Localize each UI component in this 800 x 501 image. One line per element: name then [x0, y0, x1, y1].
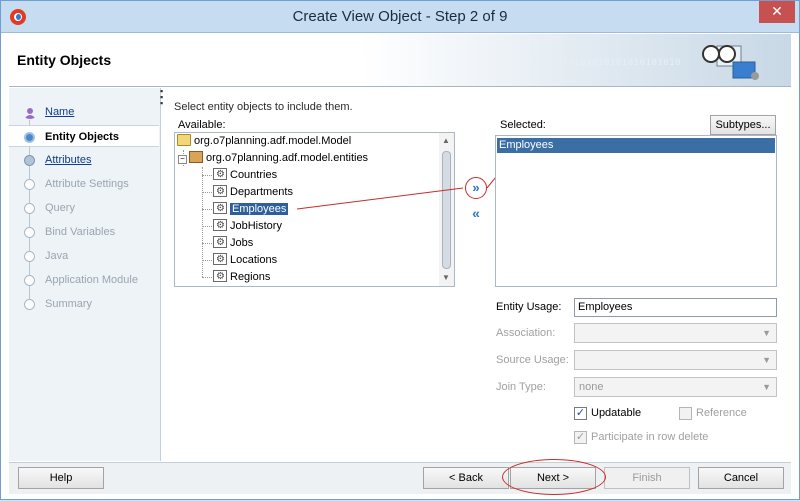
title-bar[interactable]: Create View Object - Step 2 of 9 ✕ [1, 1, 799, 33]
available-tree[interactable]: org.o7planning.adf.model.Model − org.o7pl… [174, 132, 455, 287]
entity-usage-label: Entity Usage: [496, 301, 562, 313]
entity-object-icon [213, 166, 227, 183]
collapse-toggle-icon[interactable]: − [178, 155, 187, 164]
chevron-down-icon: ▼ [762, 355, 771, 365]
create-view-object-dialog: Create View Object - Step 2 of 9 ✕ Entit… [0, 0, 800, 500]
folder-icon [177, 134, 191, 146]
nav-step-label: Entity Objects [45, 131, 119, 143]
entity-object-icon [213, 217, 227, 234]
tree-vertical-scrollbar[interactable]: ▲ ▼ [439, 133, 454, 286]
nav-step-java: Java [9, 245, 159, 267]
selected-list[interactable]: Employees [495, 135, 777, 287]
current-step-icon [24, 132, 35, 143]
step-dot-icon [24, 155, 35, 166]
join-type-select: none ▼ [574, 377, 777, 397]
wizard-glasses-icon [702, 45, 759, 80]
tree-package-node[interactable]: − org.o7planning.adf.model.entities [178, 150, 368, 167]
nav-step-label: Attributes [45, 154, 92, 166]
help-button[interactable]: Help [18, 467, 104, 489]
step-dot-icon [24, 227, 35, 238]
updatable-checkbox[interactable]: ✓ [574, 407, 587, 420]
nav-step-attributes[interactable]: Attributes [9, 149, 159, 171]
tree-entity-departments[interactable]: Departments [213, 183, 293, 201]
selected-label: Selected: [500, 119, 546, 131]
cancel-button[interactable]: Cancel [698, 467, 784, 489]
package-icon [189, 151, 203, 163]
nav-step-bind-variables: Bind Variables [9, 221, 159, 243]
nav-step-attribute-settings: Attribute Settings [9, 173, 159, 195]
available-label: Available: [178, 119, 226, 131]
step-dot-icon [24, 179, 35, 190]
updatable-label: Updatable [591, 407, 642, 419]
participate-row-delete-checkbox: ✓ [574, 431, 587, 444]
step-dot-icon [24, 299, 35, 310]
step-dot-icon [24, 275, 35, 286]
scroll-down-arrow-icon[interactable]: ▼ [442, 273, 450, 282]
nav-step-label: Java [45, 250, 69, 262]
person-step-icon [24, 108, 36, 119]
instruction-text: Select entity objects to include them. [174, 101, 353, 113]
window-title: Create View Object - Step 2 of 9 [292, 8, 508, 25]
selected-item-employees[interactable]: Employees [497, 138, 775, 153]
nav-step-label: Application Module [45, 274, 138, 286]
entity-usage-input[interactable]: Employees [574, 298, 777, 317]
nav-step-application-module: Application Module [9, 269, 159, 291]
join-type-label: Join Type: [496, 381, 546, 393]
association-label: Association: [496, 327, 556, 339]
step-title: Entity Objects [17, 52, 112, 68]
entity-object-icon [213, 200, 227, 217]
back-button[interactable]: < Back [423, 467, 509, 489]
tree-root-node[interactable]: org.o7planning.adf.model.Model [177, 133, 351, 150]
source-usage-label: Source Usage: [496, 354, 569, 366]
tree-entity-countries[interactable]: Countries [213, 166, 277, 184]
entity-object-icon [213, 183, 227, 200]
nav-step-label: Name [45, 106, 75, 118]
close-button[interactable]: ✕ [759, 1, 795, 23]
tree-entity-jobhistory[interactable]: JobHistory [213, 217, 282, 235]
header-binary-decoration: 0101010101010101010101010 [533, 58, 681, 68]
join-type-value: none [579, 381, 604, 393]
finish-button: Finish [604, 467, 690, 489]
nav-step-label: Summary [45, 298, 93, 310]
subtypes-button[interactable]: Subtypes... [710, 115, 776, 135]
entity-object-icon [213, 234, 227, 251]
tree-entity-regions[interactable]: Regions [213, 268, 270, 286]
nav-step-summary: Summary [9, 293, 159, 315]
nav-step-label: Bind Variables [45, 226, 116, 238]
association-select: ▼ [574, 323, 777, 343]
entity-object-icon [213, 251, 227, 268]
entity-object-icon [213, 268, 227, 285]
reference-checkbox [679, 407, 692, 420]
nav-step-label: Query [45, 202, 75, 214]
nav-step-label: Attribute Settings [45, 178, 129, 190]
scrollbar-thumb[interactable] [442, 151, 451, 269]
next-button[interactable]: Next > [510, 467, 596, 489]
wizard-step-nav: Name Entity Objects Attributes Attribute… [9, 88, 161, 461]
panel-splitter-handle[interactable]: ▪ ▪ ▪ [160, 87, 164, 108]
wizard-header: Entity Objects 0101010101010101010101010 [9, 34, 791, 87]
scroll-up-arrow-icon[interactable]: ▲ [442, 136, 450, 145]
nav-step-name[interactable]: Name [9, 101, 159, 123]
step-dot-icon [24, 203, 35, 214]
reference-label: Reference [696, 407, 747, 419]
nav-step-entity-objects[interactable]: Entity Objects [9, 125, 159, 147]
tree-entity-locations[interactable]: Locations [213, 251, 277, 269]
chevron-down-icon: ▼ [762, 382, 771, 392]
add-selected-button[interactable]: » [465, 177, 487, 199]
tree-entity-jobs[interactable]: Jobs [213, 234, 253, 252]
step-dot-icon [24, 251, 35, 262]
chevron-down-icon: ▼ [762, 328, 771, 338]
tree-entity-employees[interactable]: Employees [213, 200, 289, 218]
nav-step-query: Query [9, 197, 159, 219]
participate-row-delete-label: Participate in row delete [591, 431, 709, 443]
source-usage-select: ▼ [574, 350, 777, 370]
remove-selected-button[interactable]: « [467, 204, 485, 222]
